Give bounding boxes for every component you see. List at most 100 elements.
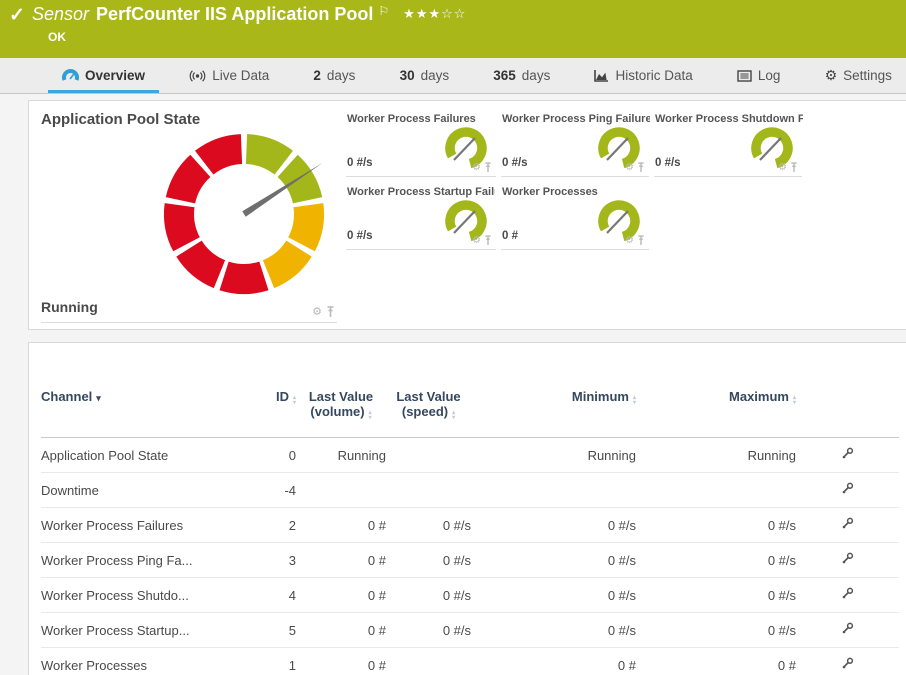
cell-last-value-speed: 0 #/s xyxy=(386,543,471,578)
cell-last-value-speed xyxy=(386,473,471,508)
channel-settings-icon[interactable] xyxy=(841,657,854,670)
table-row[interactable]: Worker Process Failures20 #0 #/s0 #/s0 #… xyxy=(41,508,899,543)
table-row[interactable]: Worker Processes10 #0 #0 # xyxy=(41,648,899,675)
cell-id: 2 xyxy=(226,508,296,543)
cell-channel[interactable]: Application Pool State xyxy=(41,438,226,473)
tab-overview[interactable]: Overview xyxy=(48,58,159,93)
cell-minimum: 0 # xyxy=(471,648,636,675)
col-header-channel[interactable]: Channel▾ xyxy=(41,343,226,438)
col-header-minimum[interactable]: Minimum▴▾ xyxy=(471,343,636,438)
mini-gauge: Worker Process Startup Failu...0 #/s⚙ xyxy=(346,183,496,250)
cell-channel[interactable]: Worker Process Startup... xyxy=(41,613,226,648)
col-header-last-value-volume[interactable]: Last Value (volume)▴▾ xyxy=(296,343,386,438)
sort-desc-icon: ▾ xyxy=(96,393,101,403)
channel-settings-icon[interactable] xyxy=(841,587,854,600)
gear-icon[interactable]: ⚙ xyxy=(625,162,634,173)
cell-id: 1 xyxy=(226,648,296,675)
channel-settings-icon[interactable] xyxy=(841,447,854,460)
tab-label: Log xyxy=(758,68,781,83)
priority-stars[interactable]: ★★★☆☆ xyxy=(403,7,466,22)
sort-icon: ▴▾ xyxy=(369,411,372,421)
sort-icon: ▴▾ xyxy=(452,411,455,421)
channel-settings-icon[interactable] xyxy=(841,482,854,495)
cell-last-value-volume: 0 # xyxy=(296,613,386,648)
channel-settings-icon[interactable] xyxy=(841,517,854,530)
tab-days[interactable]: 365days xyxy=(479,58,564,93)
gear-icon[interactable]: ⚙ xyxy=(312,305,322,318)
mini-gauge-value: 0 #/s xyxy=(655,157,681,169)
tab-label: days xyxy=(421,68,450,83)
cell-id: 4 xyxy=(226,578,296,613)
tab-days[interactable]: 30days xyxy=(386,58,464,93)
tab-live-data[interactable]: Live Data xyxy=(175,58,283,93)
tab-label: days xyxy=(327,68,356,83)
cell-minimum: 0 #/s xyxy=(471,543,636,578)
mini-gauge-value: 0 #/s xyxy=(502,157,528,169)
ok-check-icon: ✓ xyxy=(9,4,25,27)
cell-maximum: 0 #/s xyxy=(636,508,796,543)
gear-icon[interactable]: ⚙ xyxy=(778,162,787,173)
mini-gauge-value: 0 #/s xyxy=(347,157,373,169)
mini-gauge: Worker Processes0 #⚙ xyxy=(501,183,649,250)
tab-number: 365 xyxy=(493,68,516,83)
cell-channel[interactable]: Downtime xyxy=(41,473,226,508)
cell-maximum: Running xyxy=(636,438,796,473)
gear-icon[interactable]: ⚙ xyxy=(472,235,481,246)
pin-icon[interactable] xyxy=(790,162,798,173)
cell-channel[interactable]: Worker Process Failures xyxy=(41,508,226,543)
status-badge: OK xyxy=(48,30,66,44)
table-row[interactable]: Application Pool State0RunningRunningRun… xyxy=(41,438,899,473)
sort-icon: ▴▾ xyxy=(293,396,296,406)
tab-label: Live Data xyxy=(212,68,269,83)
pin-icon[interactable] xyxy=(637,235,645,246)
channel-table: Channel▾ ID▴▾ Last Value (volume)▴▾ Last… xyxy=(41,343,899,675)
channel-settings-icon[interactable] xyxy=(841,622,854,635)
cell-id: -4 xyxy=(226,473,296,508)
cell-channel[interactable]: Worker Process Ping Fa... xyxy=(41,543,226,578)
table-row[interactable]: Worker Process Shutdo...40 #0 #/s0 #/s0 … xyxy=(41,578,899,613)
channel-settings-icon[interactable] xyxy=(841,552,854,565)
log-icon xyxy=(737,70,752,82)
cell-maximum: 0 # xyxy=(636,648,796,675)
table-row[interactable]: Downtime-4 xyxy=(41,473,899,508)
col-header-maximum[interactable]: Maximum▴▾ xyxy=(636,343,796,438)
pin-icon[interactable] xyxy=(326,306,335,318)
mini-gauge: Worker Process Failures0 #/s⚙ xyxy=(346,110,496,177)
chart-icon xyxy=(594,69,609,82)
cell-channel[interactable]: Worker Processes xyxy=(41,648,226,675)
tab-historic-data[interactable]: Historic Data xyxy=(580,58,706,93)
cell-maximum: 0 #/s xyxy=(636,578,796,613)
page-title: PerfCounter IIS Application Pool xyxy=(96,4,373,24)
table-row[interactable]: Worker Process Ping Fa...30 #0 #/s0 #/s0… xyxy=(41,543,899,578)
cell-minimum: 0 #/s xyxy=(471,578,636,613)
tab-days[interactable]: 2days xyxy=(299,58,369,93)
cell-minimum xyxy=(471,473,636,508)
pin-icon[interactable] xyxy=(484,162,492,173)
gear-icon[interactable]: ⚙ xyxy=(472,162,481,173)
channel-table-panel: Channel▾ ID▴▾ Last Value (volume)▴▾ Last… xyxy=(28,342,906,675)
tab-settings[interactable]: ⚙Settings xyxy=(811,58,906,93)
pin-icon[interactable] xyxy=(637,162,645,173)
cell-maximum: 0 #/s xyxy=(636,543,796,578)
col-header-last-value-speed[interactable]: Last Value (speed)▴▾ xyxy=(386,343,471,438)
col-header-id[interactable]: ID▴▾ xyxy=(226,343,296,438)
cell-channel[interactable]: Worker Process Shutdo... xyxy=(41,578,226,613)
cell-minimum: 0 #/s xyxy=(471,613,636,648)
tab-log[interactable]: Log xyxy=(723,58,795,93)
cell-last-value-volume xyxy=(296,473,386,508)
cell-last-value-volume: 0 # xyxy=(296,543,386,578)
cell-maximum xyxy=(636,473,796,508)
mini-gauge-title: Worker Processes xyxy=(502,186,598,198)
flag-icon[interactable]: ⚐ xyxy=(378,4,389,18)
cell-last-value-speed xyxy=(386,438,471,473)
table-row[interactable]: Worker Process Startup...50 #0 #/s0 #/s0… xyxy=(41,613,899,648)
sort-icon: ▴▾ xyxy=(633,396,636,406)
gauge-icon xyxy=(62,69,79,82)
pin-icon[interactable] xyxy=(484,235,492,246)
gear-icon[interactable]: ⚙ xyxy=(625,235,634,246)
gear-icon: ⚙ xyxy=(825,68,838,83)
overview-panel: Application Pool State Running ⚙ Worker … xyxy=(28,100,906,330)
cell-id: 3 xyxy=(226,543,296,578)
mini-gauge: Worker Process Shutdown Fa...0 #/s⚙ xyxy=(654,110,802,177)
main-gauge-value: Running xyxy=(41,299,98,315)
